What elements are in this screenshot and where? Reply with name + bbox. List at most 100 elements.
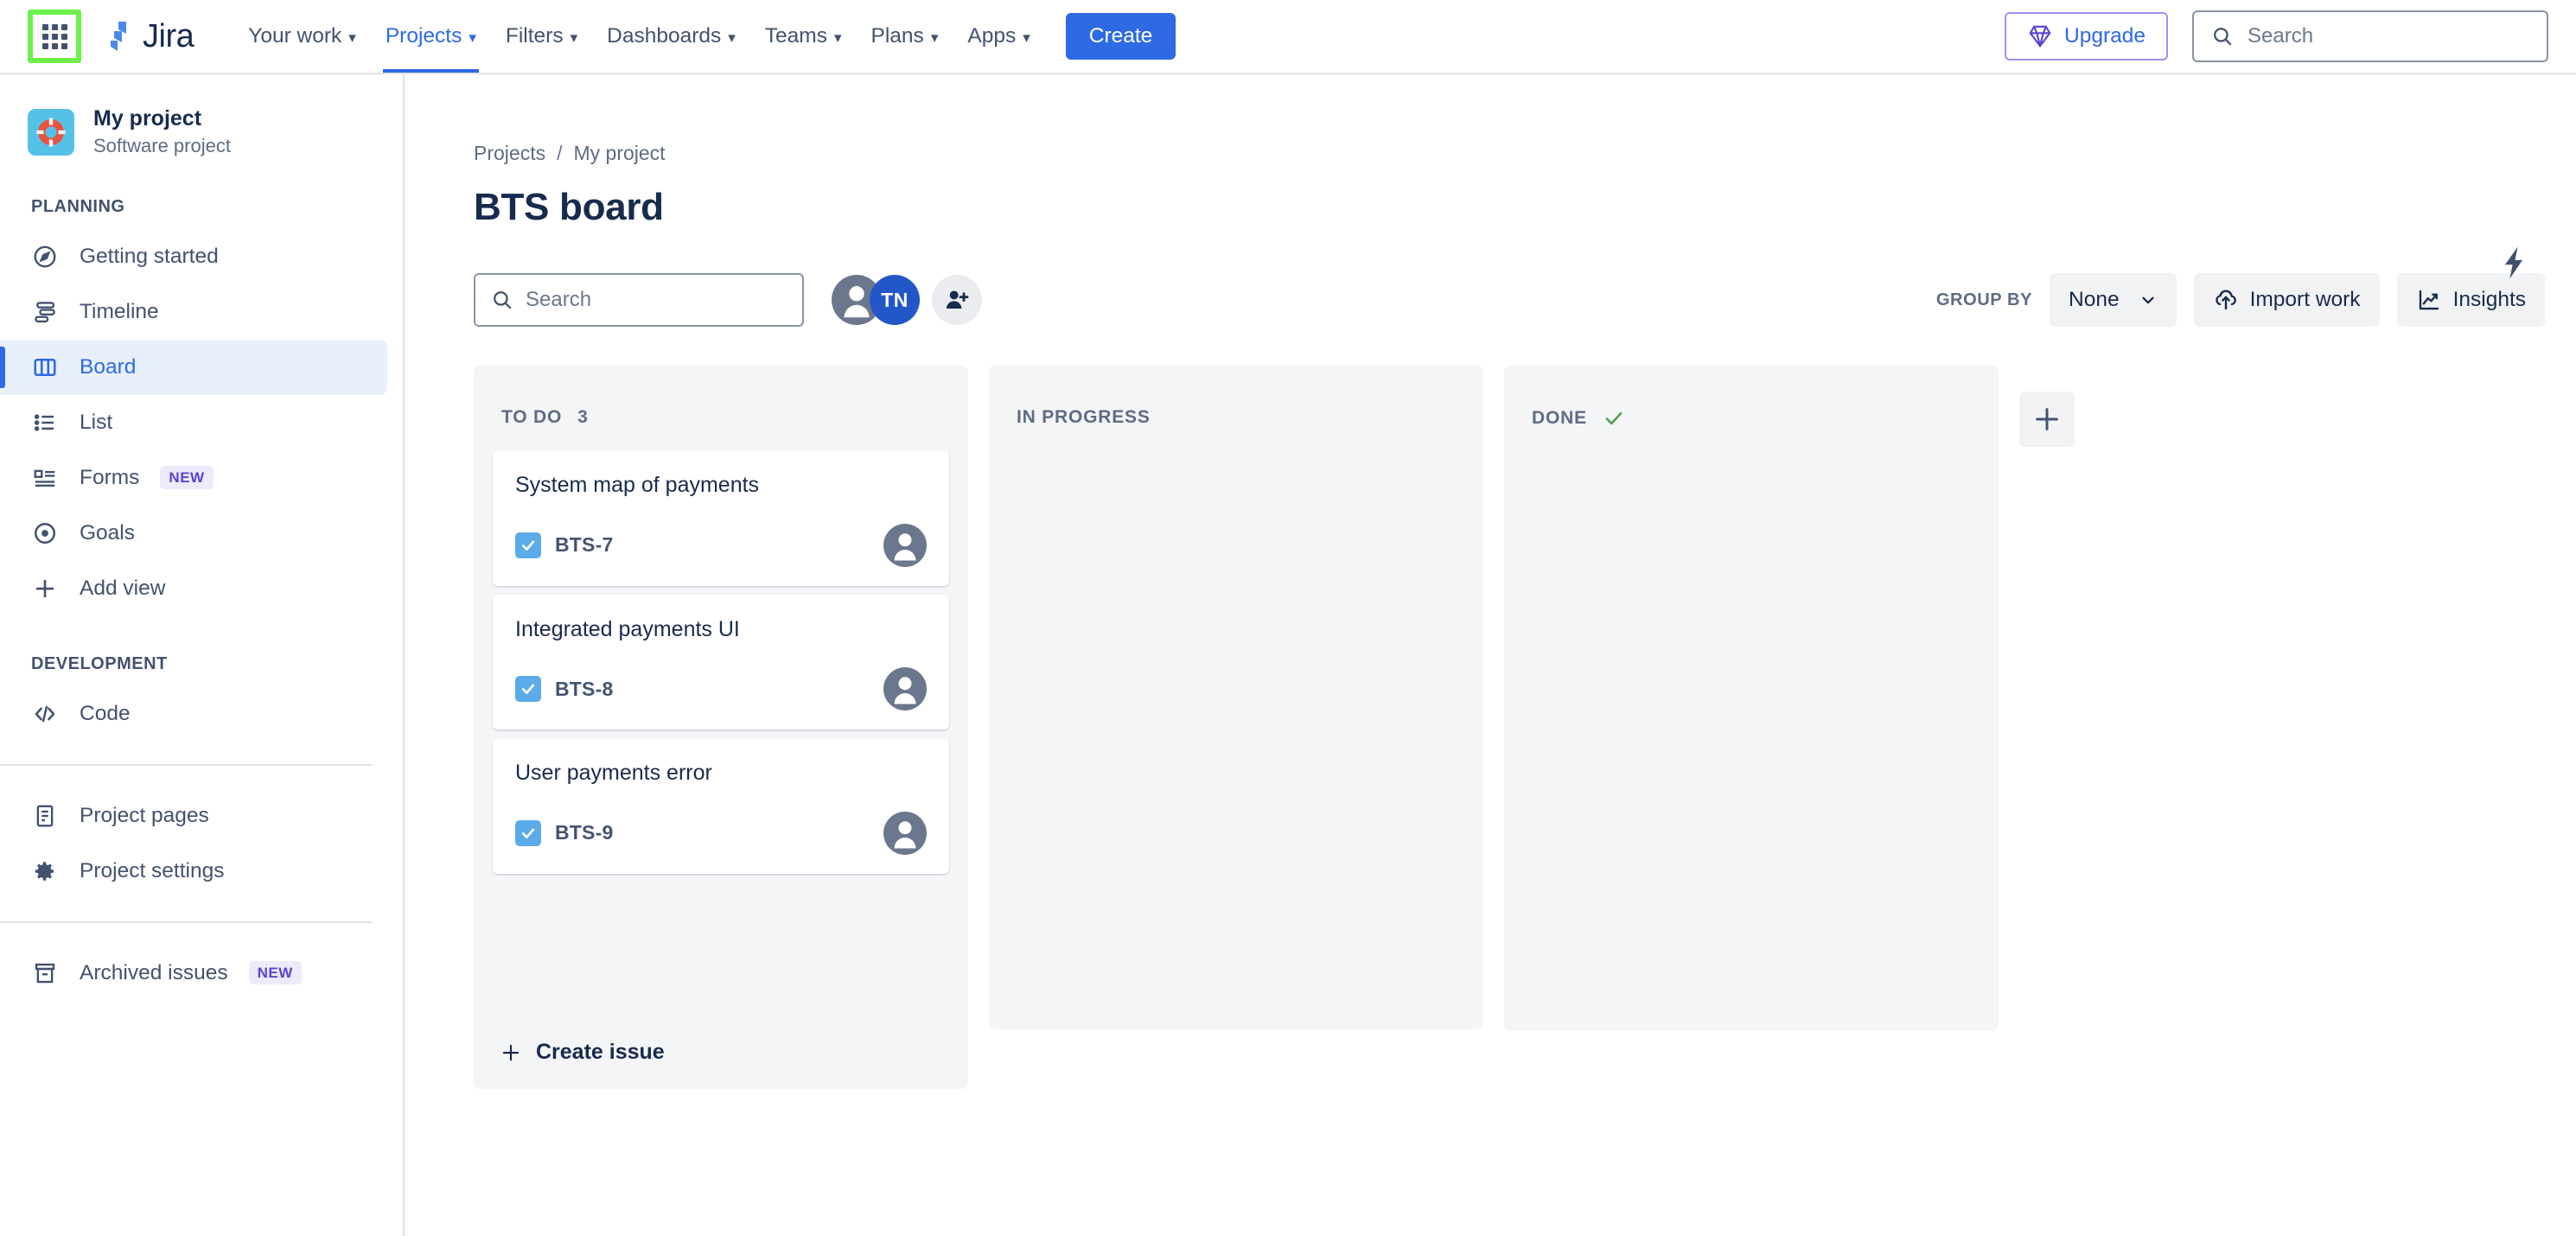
sidebar-item-board[interactable]: Board: [0, 339, 387, 395]
group-by-select[interactable]: None: [2050, 273, 2177, 327]
upgrade-button[interactable]: Upgrade: [2005, 12, 2168, 61]
breadcrumb-my-project[interactable]: My project: [573, 142, 665, 165]
nav-dashboards[interactable]: Dashboards ▾: [592, 0, 750, 73]
column-title: TO DO: [501, 407, 563, 427]
column-header[interactable]: TO DO 3: [474, 366, 968, 450]
project-header[interactable]: My project Software project: [0, 105, 403, 159]
sidebar-item-project-settings[interactable]: Project settings: [0, 844, 387, 899]
chevron-down-icon: ▾: [348, 29, 356, 46]
insights-chart-icon: [2416, 287, 2442, 313]
import-work-button[interactable]: Import work: [2193, 273, 2380, 327]
nav-plans[interactable]: Plans ▾: [857, 0, 953, 73]
issue-card-footer: BTS-7: [515, 523, 927, 567]
code-icon: [31, 700, 59, 728]
task-icon: [515, 819, 541, 846]
search-icon: [491, 289, 513, 311]
jira-logo[interactable]: Jira: [100, 19, 194, 54]
toolbar-right-controls: GROUP BY None Import work Insights: [1936, 273, 2576, 327]
import-work-label: Import work: [2249, 288, 2361, 311]
sidebar-item-project-pages[interactable]: Project pages: [0, 788, 387, 844]
jira-logo-icon: [100, 19, 135, 54]
avatar[interactable]: [883, 523, 927, 567]
add-column-button[interactable]: [2019, 392, 2075, 447]
avatar[interactable]: TN: [870, 275, 920, 325]
top-nav-right: Upgrade Search: [2005, 10, 2548, 62]
nav-filters-label: Filters: [505, 24, 564, 48]
plus-icon: [500, 1042, 522, 1064]
column-header[interactable]: IN PROGRESS: [989, 366, 1483, 450]
search-input[interactable]: Search: [474, 273, 804, 327]
archive-icon: [31, 959, 59, 987]
nav-teams[interactable]: Teams ▾: [750, 0, 857, 73]
board-toolbar: Search TN GROUP BY None Import work Insi…: [406, 272, 2576, 328]
issue-key[interactable]: BTS-8: [555, 678, 613, 701]
sidebar-divider: [0, 921, 372, 923]
project-name: My project: [93, 106, 202, 131]
avatar[interactable]: [883, 667, 927, 710]
search-placeholder: Search: [526, 288, 592, 311]
create-button[interactable]: Create: [1065, 13, 1176, 60]
issue-card[interactable]: Integrated payments UI BTS-8: [493, 594, 949, 729]
insights-label: Insights: [2452, 288, 2526, 311]
column-cards: [989, 450, 1483, 1021]
column-cards: System map of payments BTS-7 Integrated …: [474, 450, 968, 1021]
column-count: 3: [577, 407, 589, 427]
nav-your-work[interactable]: Your work ▾: [233, 0, 371, 73]
sidebar-item-code[interactable]: Code: [0, 686, 387, 742]
avatar[interactable]: [883, 811, 927, 855]
sidebar-item-label: Board: [80, 354, 137, 379]
nav-projects[interactable]: Projects ▾: [371, 0, 491, 73]
sidebar-item-label: Forms: [80, 465, 140, 489]
new-badge: NEW: [160, 466, 214, 490]
issue-card[interactable]: System map of payments BTS-7: [493, 450, 949, 586]
task-icon: [515, 532, 541, 558]
sidebar-item-timeline[interactable]: Timeline: [0, 284, 387, 340]
sidebar-item-getting-started[interactable]: Getting started: [0, 229, 387, 284]
lifebuoy-icon: [28, 108, 74, 156]
gear-icon: [31, 857, 59, 885]
chevron-down-icon: ▾: [469, 29, 476, 46]
sidebar-item-label: Timeline: [80, 299, 159, 323]
task-icon: [515, 676, 541, 702]
issue-card[interactable]: User payments error BTS-9: [493, 738, 949, 874]
board-column-in-progress: IN PROGRESS: [989, 366, 1483, 1029]
add-people-button[interactable]: [932, 275, 982, 325]
sidebar-divider: [0, 763, 372, 766]
sidebar-item-label: Project pages: [80, 803, 209, 827]
create-issue-button[interactable]: Create issue: [474, 1021, 968, 1080]
nav-plans-label: Plans: [870, 24, 924, 48]
project-sidebar: My project Software project PLANNING Get…: [0, 74, 405, 1236]
grid-dots-icon: [41, 23, 67, 49]
column-cards: [1504, 452, 1999, 1023]
board-icon: [31, 354, 59, 381]
new-badge: NEW: [248, 961, 302, 985]
sidebar-item-forms[interactable]: Forms NEW: [0, 450, 387, 506]
issue-key[interactable]: BTS-9: [555, 821, 613, 844]
sidebar-item-goals[interactable]: Goals: [0, 506, 387, 561]
column-title: IN PROGRESS: [1017, 407, 1151, 427]
sidebar-item-label: Add view: [80, 576, 166, 600]
nav-apps-label: Apps: [967, 24, 1017, 48]
app-switcher-button[interactable]: [28, 10, 81, 63]
issue-key[interactable]: BTS-7: [555, 533, 613, 557]
breadcrumb-projects[interactable]: Projects: [474, 142, 545, 165]
lightning-bolt-icon[interactable]: [2495, 244, 2533, 282]
avatar-group: TN: [832, 275, 982, 325]
nav-filters[interactable]: Filters ▾: [491, 0, 592, 73]
sidebar-item-label: Goals: [80, 520, 136, 545]
breadcrumb-separator: /: [557, 142, 563, 164]
sidebar-item-label: Archived issues: [80, 960, 228, 984]
top-navigation-bar: Jira Your work ▾ Projects ▾ Filters ▾ Da…: [0, 0, 2576, 74]
goals-icon: [31, 519, 59, 547]
page-title: BTS board: [474, 186, 664, 228]
sidebar-item-list[interactable]: List: [0, 395, 387, 450]
diamond-icon: [2027, 23, 2053, 49]
global-search-input[interactable]: Search: [2192, 10, 2548, 62]
cloud-upload-icon: [2213, 287, 2239, 313]
issue-card-footer: BTS-9: [515, 811, 927, 855]
sidebar-item-archived-issues[interactable]: Archived issues NEW: [0, 946, 387, 1001]
column-header[interactable]: DONE: [1504, 366, 1999, 452]
nav-apps[interactable]: Apps ▾: [953, 0, 1044, 73]
sidebar-item-add-view[interactable]: Add view: [0, 561, 387, 616]
nav-your-work-label: Your work: [248, 24, 342, 48]
